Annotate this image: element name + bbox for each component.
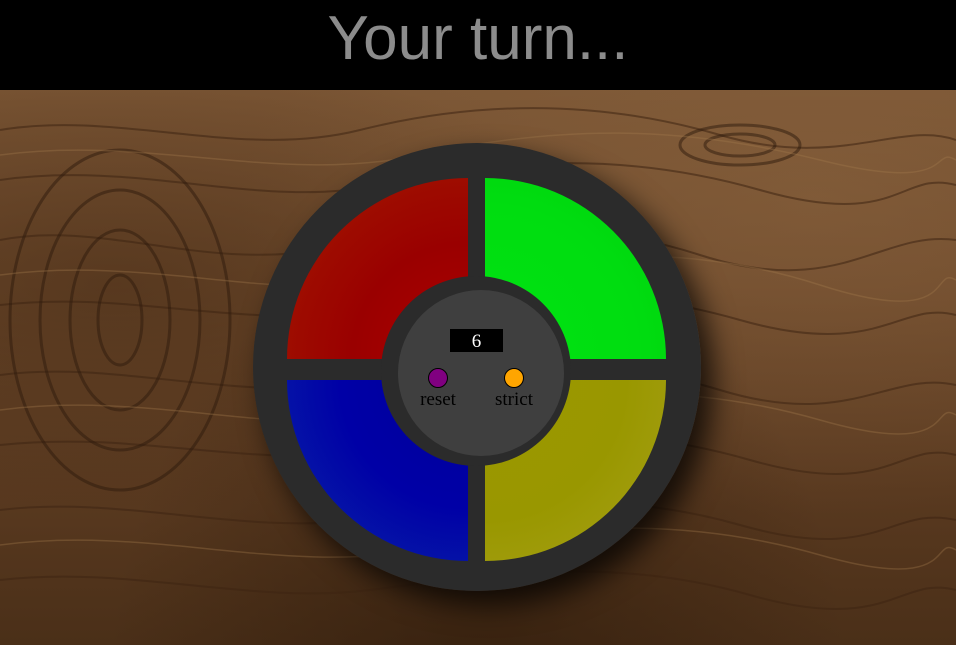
count-display: 6	[450, 329, 503, 352]
status-header: Your turn...	[0, 0, 956, 90]
status-text: Your turn...	[327, 4, 629, 73]
strict-label: strict	[495, 389, 533, 410]
reset-label: reset	[420, 389, 456, 410]
strict-button[interactable]	[504, 368, 524, 388]
control-hub	[398, 290, 564, 456]
reset-button[interactable]	[428, 368, 448, 388]
